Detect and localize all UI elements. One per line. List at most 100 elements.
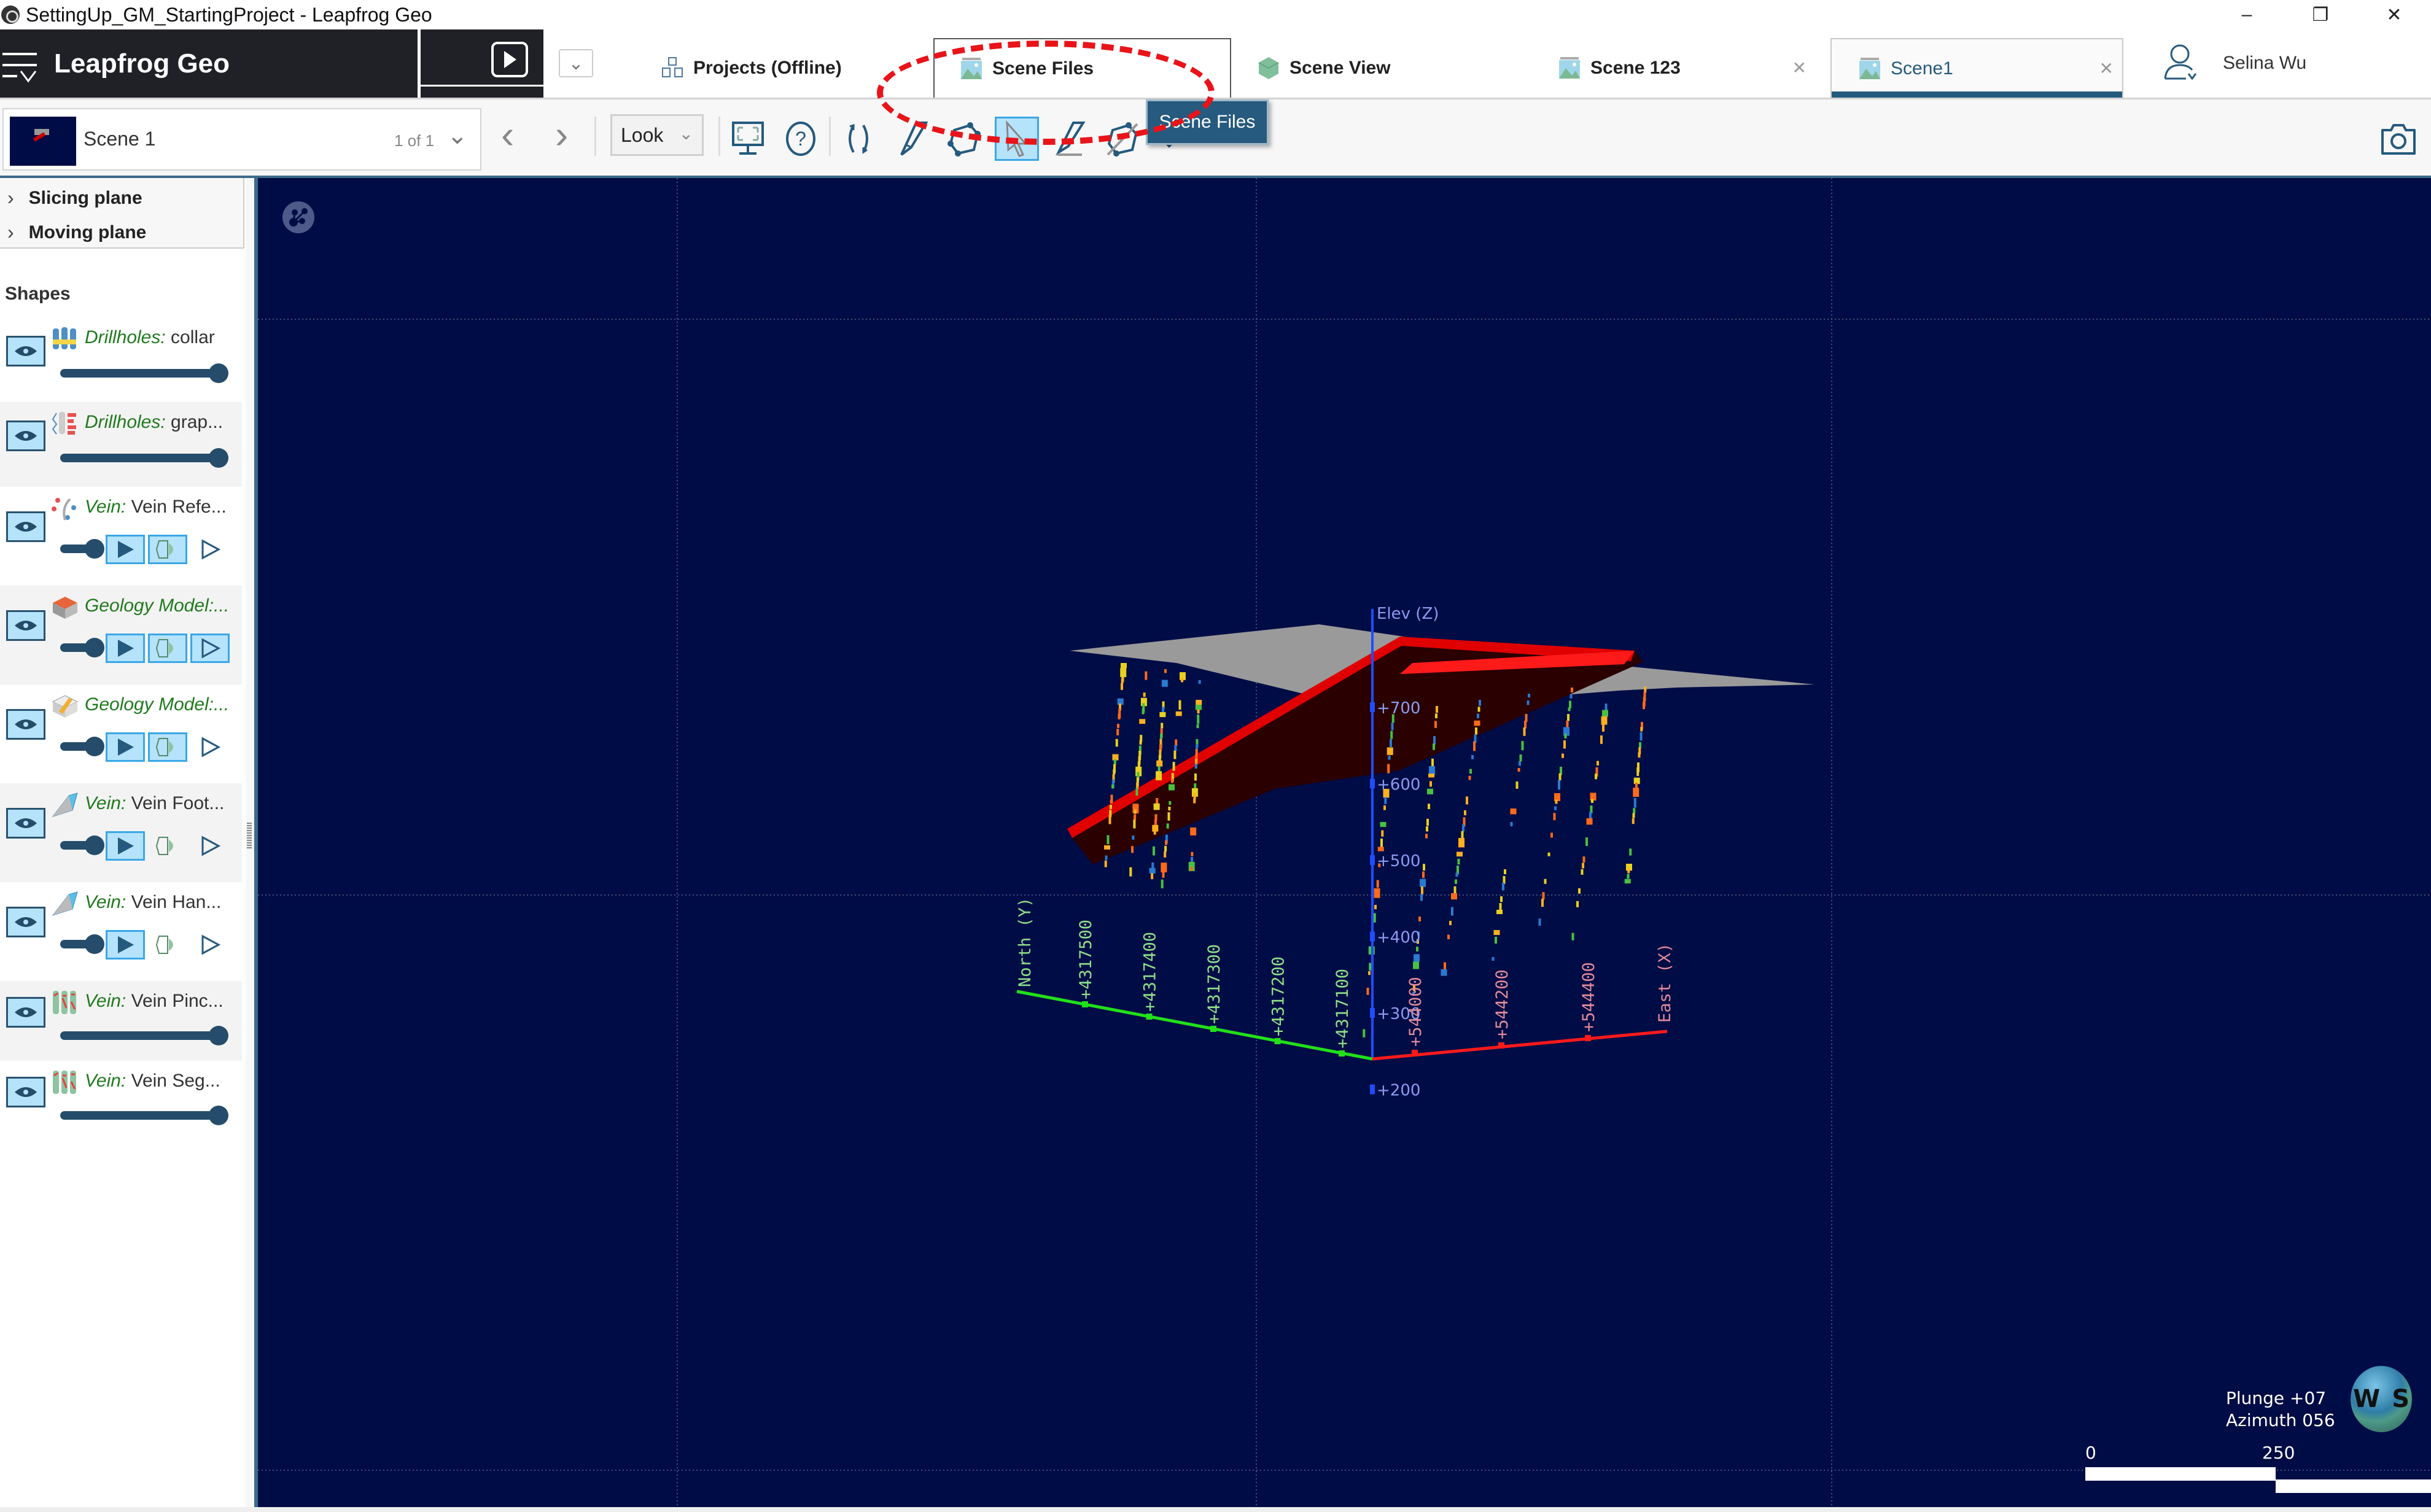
user-account[interactable]: Selina Wu xyxy=(2161,42,2306,85)
visibility-toggle[interactable] xyxy=(6,421,45,451)
close-window-button[interactable]: ✕ xyxy=(2357,0,2431,29)
opacity-slider[interactable] xyxy=(60,448,228,468)
slider-handle[interactable] xyxy=(85,638,104,657)
scene-selector[interactable]: Scene 1 1 of 1 ⌄ xyxy=(2,108,481,171)
shape-list: Drillholes: collar Drillholes: grap... V… xyxy=(0,317,242,1141)
help-button[interactable]: ? xyxy=(779,117,823,161)
run-block xyxy=(421,29,543,98)
minimize-button[interactable]: – xyxy=(2210,0,2284,29)
close-tab-icon[interactable]: ✕ xyxy=(2099,58,2114,79)
tab-scene1[interactable]: Scene1 ✕ xyxy=(1830,38,2123,98)
visibility-toggle[interactable] xyxy=(6,1077,45,1107)
opacity-slider[interactable] xyxy=(60,363,228,383)
plane-label: Slicing plane xyxy=(28,187,142,208)
scale-label: 250 xyxy=(2262,1443,2295,1463)
navigation-icon[interactable] xyxy=(282,201,314,233)
zoom-fit-button[interactable] xyxy=(726,117,770,161)
draw-polygon-button[interactable] xyxy=(942,117,986,161)
z-tick-mark xyxy=(1370,855,1375,865)
visibility-toggle[interactable] xyxy=(6,997,45,1028)
render-split-button[interactable] xyxy=(148,831,187,861)
moving-plane-toggle[interactable]: › Moving plane xyxy=(7,221,146,244)
vein-surface-icon xyxy=(52,891,78,916)
render-split-button[interactable] xyxy=(148,732,187,762)
tab-list-dropdown[interactable]: ⌄ xyxy=(559,49,593,77)
render-outline-button[interactable] xyxy=(190,634,230,663)
play-outline-icon xyxy=(201,638,221,659)
render-solid-button[interactable] xyxy=(106,535,145,564)
vein-reference-icon xyxy=(52,498,76,521)
play-icon[interactable] xyxy=(491,42,528,77)
opacity-slider[interactable] xyxy=(60,638,104,657)
render-solid-button[interactable] xyxy=(106,930,145,960)
select-button[interactable] xyxy=(995,117,1039,161)
render-split-button[interactable] xyxy=(148,930,187,960)
shape-item[interactable]: Vein: Vein Pinc... xyxy=(0,981,242,1061)
compass-globe[interactable]: W S xyxy=(2351,1366,2412,1432)
render-solid-button[interactable] xyxy=(106,634,145,663)
play-solid-icon xyxy=(118,936,134,953)
tab-projects[interactable]: Projects (Offline) xyxy=(660,38,893,98)
opacity-slider[interactable] xyxy=(60,1106,228,1125)
visibility-toggle[interactable] xyxy=(6,511,45,542)
shape-item[interactable]: Drillholes: grap... xyxy=(0,402,242,487)
view-mode-dropdown[interactable]: Look ⌄ xyxy=(610,114,704,156)
next-scene-button[interactable]: › xyxy=(555,112,568,157)
render-solid-button[interactable] xyxy=(106,831,145,861)
shape-item[interactable]: Drillholes: collar xyxy=(0,317,242,402)
rotate-button[interactable] xyxy=(836,117,881,161)
slider-handle[interactable] xyxy=(85,835,104,855)
scene-canvas[interactable]: Elev (Z) +700+600+500+400+300+200 North … xyxy=(258,178,2431,1507)
erase-polygon-button[interactable] xyxy=(1100,117,1145,161)
x-tick-label: +544200 xyxy=(1493,969,1512,1039)
render-outline-button[interactable] xyxy=(190,831,230,861)
slider-handle[interactable] xyxy=(209,448,228,468)
shape-item[interactable]: Vein: Vein Han... xyxy=(0,882,242,981)
opacity-slider[interactable] xyxy=(60,737,104,756)
slicing-plane-toggle[interactable]: › Slicing plane xyxy=(7,187,142,209)
draw-polyline-button[interactable] xyxy=(889,117,933,161)
opacity-slider[interactable] xyxy=(60,835,104,855)
slider-handle[interactable] xyxy=(85,737,104,756)
menu-icon[interactable] xyxy=(2,45,39,82)
tab-scene-123[interactable]: Scene 123 ✕ xyxy=(1557,38,1815,98)
previous-scene-button[interactable]: ‹ xyxy=(501,112,514,157)
visibility-toggle[interactable] xyxy=(6,808,45,839)
render-outline-button[interactable] xyxy=(190,535,230,564)
shape-item[interactable]: Vein: Vein Foot... xyxy=(0,783,242,882)
shape-item[interactable]: Geology Model:... xyxy=(0,586,242,684)
slider-handle[interactable] xyxy=(209,1026,228,1045)
x-tick-label: +544000 xyxy=(1406,977,1425,1047)
camera-icon[interactable] xyxy=(2380,122,2417,156)
render-split-button[interactable] xyxy=(148,535,187,564)
scene-icon xyxy=(1859,57,1880,79)
close-tab-icon[interactable]: ✕ xyxy=(1792,58,1807,78)
slider-handle[interactable] xyxy=(85,539,104,559)
shape-label: Drillholes: grap... xyxy=(85,412,224,432)
opacity-slider[interactable] xyxy=(60,1026,228,1045)
shape-item[interactable]: Geology Model:... xyxy=(0,684,242,783)
opacity-slider[interactable] xyxy=(60,934,104,954)
visibility-toggle[interactable] xyxy=(6,709,45,740)
shape-item[interactable]: Vein: Vein Seg... xyxy=(0,1061,242,1141)
slider-handle[interactable] xyxy=(85,934,104,954)
render-outline-button[interactable] xyxy=(190,930,230,960)
visibility-toggle[interactable] xyxy=(6,610,45,641)
tab-scene-view[interactable]: Scene View xyxy=(1256,38,1551,98)
sidebar-resize-handle[interactable] xyxy=(247,823,252,850)
slider-handle[interactable] xyxy=(209,1106,228,1125)
shape-item[interactable]: Vein: Vein Refe... xyxy=(0,487,242,586)
render-solid-button[interactable] xyxy=(106,732,145,762)
visibility-toggle[interactable] xyxy=(6,336,45,366)
render-outline-button[interactable] xyxy=(190,732,230,762)
svg-text:?: ? xyxy=(795,128,806,150)
opacity-slider[interactable] xyxy=(60,539,104,559)
chevron-down-icon[interactable]: ⌄ xyxy=(447,122,468,150)
slider-handle[interactable] xyxy=(209,363,228,383)
restore-button[interactable]: ❐ xyxy=(2284,0,2357,29)
tab-scene-files[interactable]: Scene Files xyxy=(933,38,1231,98)
draw-on-plane-button[interactable] xyxy=(1048,117,1092,161)
visibility-toggle[interactable] xyxy=(6,907,45,937)
render-split-button[interactable] xyxy=(148,634,187,663)
scene-viewport[interactable]: Elev (Z) +700 +600 +500 +400 +300 +200 North … xyxy=(254,178,2431,1507)
